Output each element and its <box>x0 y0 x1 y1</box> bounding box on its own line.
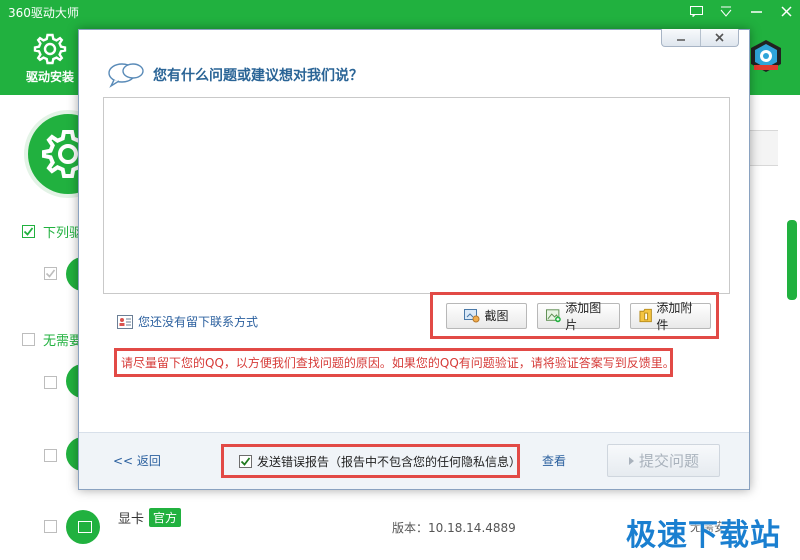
dialog-minimize-button[interactable] <box>662 29 700 46</box>
group-header-1[interactable]: 下列驱 <box>22 222 82 241</box>
driver-item-name: 显卡 <box>118 512 145 527</box>
item-checkbox[interactable] <box>44 449 57 462</box>
close-icon[interactable] <box>778 4 794 18</box>
dialog-footer: << 返回 发送错误报告（报告中不包含您的任何隐私信息） 查看 提交问题 <box>79 432 749 489</box>
add-attachment-button-label: 添加附件 <box>656 300 693 332</box>
menu-dropdown-icon[interactable] <box>718 4 734 18</box>
back-link[interactable]: << 返回 <box>113 452 161 469</box>
minimize-icon <box>677 38 685 41</box>
screenshot-button[interactable]: 截图 <box>446 302 527 329</box>
dialog-title: 您有什么问题或建议想对我们说？ <box>153 68 363 84</box>
item-checkbox[interactable] <box>44 376 57 389</box>
close-icon <box>715 33 724 42</box>
list-item-checkbox[interactable] <box>44 376 57 389</box>
group-header-2[interactable]: 无需要 <box>22 330 82 349</box>
contact-link-label[interactable]: 您还没有留下联系方式 <box>138 313 258 330</box>
contact-card-icon <box>117 314 133 329</box>
watermark-text: 极速下载站 <box>626 518 781 553</box>
add-image-icon <box>546 308 561 322</box>
contact-info-link[interactable]: 您还没有留下联系方式 <box>117 313 258 330</box>
window-controls <box>688 4 794 18</box>
dialog-header: 您有什么问题或建议想对我们说？ <box>107 62 363 88</box>
item-checkbox[interactable] <box>44 267 57 280</box>
add-image-button-label: 添加图片 <box>565 300 602 332</box>
group-checkbox-2[interactable] <box>22 333 35 346</box>
list-item-checkbox[interactable] <box>44 520 57 533</box>
official-badge: 官方 <box>149 508 182 527</box>
item-checkbox[interactable] <box>44 520 57 533</box>
chat-bubbles-icon <box>108 63 144 88</box>
checkmark-icon <box>240 456 251 466</box>
screenshot-button-label: 截图 <box>484 309 509 323</box>
send-report-option[interactable]: 发送错误报告（报告中不包含您的任何隐私信息） <box>221 444 522 478</box>
submit-button-label: 提交问题 <box>638 452 699 470</box>
dialog-controls <box>661 29 739 47</box>
add-image-button[interactable]: 添加图片 <box>537 301 620 332</box>
list-item-checkbox[interactable] <box>44 267 57 280</box>
play-triangle-icon <box>628 456 634 465</box>
attachment-buttons-group: 截图 添加图片 添加附件 <box>430 292 719 339</box>
attachment-icon <box>639 308 652 323</box>
submit-button[interactable]: 提交问题 <box>607 444 720 477</box>
group-label-2: 无需要 <box>43 334 83 349</box>
send-report-checkbox[interactable] <box>239 454 252 468</box>
minimize-icon[interactable] <box>748 4 764 18</box>
group-label-1: 下列驱 <box>43 226 83 241</box>
driver-version: 版本：10.18.14.4889 <box>392 521 516 535</box>
feedback-textarea[interactable] <box>103 97 730 294</box>
feedback-dialog: 您有什么问题或建议想对我们说？ 您还没有留下联系方式 截图 添加图片 添加附件 … <box>78 29 750 490</box>
dialog-close-button[interactable] <box>700 29 738 46</box>
nav-tab-label: 驱动安装 <box>25 70 74 84</box>
add-attachment-button[interactable]: 添加附件 <box>630 301 711 332</box>
qq-tip-box: 请尽量留下您的QQ，以方便我们查找问题的原因。如果您的QQ有问题验证，请将验证答… <box>114 348 675 377</box>
gear-icon <box>33 33 67 65</box>
graphics-card-icon <box>78 521 92 533</box>
nav-tab-driver-install[interactable]: 驱动安装 <box>18 28 82 95</box>
view-report-link[interactable]: 查看 <box>542 452 566 469</box>
send-report-label: 发送错误报告（报告中不包含您的任何隐私信息） <box>257 454 522 469</box>
feedback-icon[interactable] <box>688 4 704 18</box>
qq-tip-text: 请尽量留下您的QQ，以方便我们查找问题的原因。如果您的QQ有问题验证，请将验证答… <box>121 356 675 370</box>
screenshot-icon <box>464 308 480 322</box>
app-title: 360驱动大师 <box>8 6 79 20</box>
list-item-checkbox[interactable] <box>44 449 57 462</box>
scrollbar[interactable] <box>787 220 797 300</box>
group-checkbox-1[interactable] <box>22 225 35 238</box>
app-logo-icon <box>751 40 781 72</box>
